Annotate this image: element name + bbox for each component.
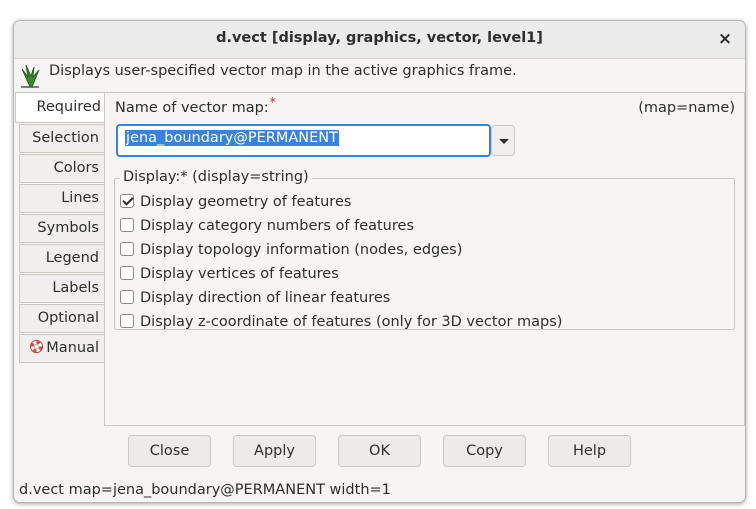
tab-panel-required: Name of vector map:* (map=name) jena_bou… xyxy=(104,92,745,426)
tab-required[interactable]: Required xyxy=(15,92,105,123)
display-group-legend: Display:* (display=string) xyxy=(120,169,312,185)
lifebuoy-icon xyxy=(30,339,44,354)
tab-optional[interactable]: Optional xyxy=(19,304,104,333)
copy-button[interactable]: Copy xyxy=(443,435,526,467)
tab-label: Manual xyxy=(46,340,99,356)
apply-button[interactable]: Apply xyxy=(233,435,316,467)
checkbox[interactable] xyxy=(120,266,134,280)
option-label: Display topology information (nodes, edg… xyxy=(140,242,463,258)
tab-label: Symbols xyxy=(37,220,99,236)
tab-label: Lines xyxy=(61,190,99,206)
option-display-topology[interactable]: Display topology information (nodes, edg… xyxy=(120,242,462,262)
checkbox[interactable] xyxy=(120,314,134,328)
checkbox[interactable] xyxy=(120,242,134,256)
option-label: Display direction of linear features xyxy=(140,290,391,306)
window-title: d.vect [display, graphics, vector, level… xyxy=(216,30,543,46)
title-bar[interactable]: d.vect [display, graphics, vector, level… xyxy=(14,21,745,59)
vector-map-dropdown-button[interactable] xyxy=(491,125,515,156)
display-options-group: Display:* (display=string) Display geome… xyxy=(114,169,735,330)
ok-button[interactable]: OK xyxy=(338,435,421,467)
option-label: Display geometry of features xyxy=(140,194,352,210)
tab-symbols[interactable]: Symbols xyxy=(19,214,104,243)
vector-map-value: jena_boundary@PERMANENT xyxy=(125,130,339,146)
map-field-label-text: Name of vector map: xyxy=(115,100,269,116)
checkbox[interactable] xyxy=(120,194,134,208)
tab-labels[interactable]: Labels xyxy=(19,274,104,303)
option-display-direction[interactable]: Display direction of linear features xyxy=(120,290,390,310)
grass-logo-icon xyxy=(21,64,40,88)
tab-label: Optional xyxy=(37,310,99,326)
command-statusbar: d.vect map=jena_boundary@PERMANENT width… xyxy=(19,482,391,498)
help-button[interactable]: Help xyxy=(548,435,631,467)
close-window-icon[interactable]: × xyxy=(713,27,737,51)
tab-lines[interactable]: Lines xyxy=(19,184,104,213)
tab-label: Labels xyxy=(52,280,99,296)
tab-label: Legend xyxy=(45,250,99,266)
option-label: Display category numbers of features xyxy=(140,218,414,234)
tab-legend[interactable]: Legend xyxy=(19,244,104,273)
map-field-key: (map=name) xyxy=(638,100,735,116)
option-display-category-numbers[interactable]: Display category numbers of features xyxy=(120,218,414,238)
tab-label: Required xyxy=(36,99,101,115)
option-label: Display z-coordinate of features (only f… xyxy=(140,314,563,330)
option-label: Display vertices of features xyxy=(140,266,339,282)
vector-map-input[interactable]: jena_boundary@PERMANENT xyxy=(116,124,491,157)
module-description: Displays user-specified vector map in th… xyxy=(49,63,517,79)
option-display-vertices[interactable]: Display vertices of features xyxy=(120,266,339,286)
dialog-window: d.vect [display, graphics, vector, level… xyxy=(13,20,746,503)
checkbox[interactable] xyxy=(120,290,134,304)
option-display-z-coordinate[interactable]: Display z-coordinate of features (only f… xyxy=(120,314,562,334)
tab-colors[interactable]: Colors xyxy=(19,154,104,183)
tab-label: Colors xyxy=(53,160,99,176)
close-button[interactable]: Close xyxy=(128,435,211,467)
button-bar: Close Apply OK Copy Help xyxy=(14,435,745,469)
option-display-geometry[interactable]: Display geometry of features xyxy=(120,194,351,214)
tab-selection[interactable]: Selection xyxy=(19,124,104,153)
tab-manual[interactable]: Manual xyxy=(19,334,104,363)
checkbox[interactable] xyxy=(120,218,134,232)
map-field-label: Name of vector map:* xyxy=(115,95,276,116)
required-marker: * xyxy=(269,95,276,109)
tab-label: Selection xyxy=(32,130,99,146)
